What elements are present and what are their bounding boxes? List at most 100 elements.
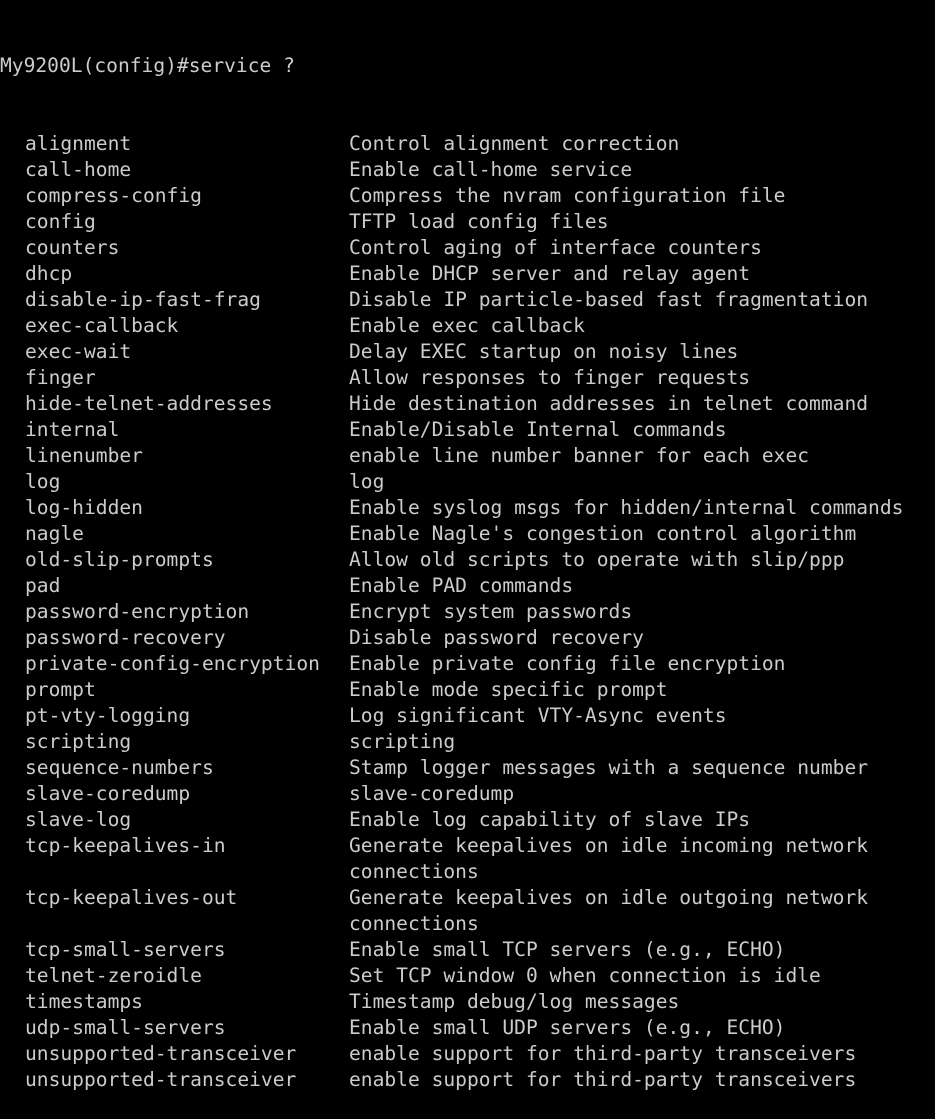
help-entry: scripting scripting [0,729,935,755]
help-entry: pad Enable PAD commands [0,573,935,599]
command-keyword: private-config-encryption [25,652,320,675]
help-entry: tcp-small-servers Enable small TCP server… [0,937,935,963]
command-keyword: disable-ip-fast-frag [25,288,261,311]
command-keyword: udp-small-servers [25,1016,226,1039]
help-entry: call-home Enable call-home service [0,157,935,183]
command-keyword: counters [25,236,120,259]
help-entry: slave-log Enable log capability of slave … [0,807,935,833]
command-keyword: tcp-keepalives-in [25,834,226,857]
command-keyword: telnet-zeroidle [25,964,202,987]
command-description: scripting [349,730,456,753]
help-entry: linenumber enable line number banner for … [0,443,935,469]
command-description: Enable mode specific prompt [349,678,668,701]
help-entry: nagle Enable Nagle's congestion control a… [0,521,935,547]
command-keyword: dhcp [25,262,73,285]
help-entry: private-config-encryption Enable private … [0,651,935,677]
command-description: Enable private config file encryption [349,652,786,675]
command-description: Enable small TCP servers (e.g., ECHO) [349,938,786,961]
help-entry: exec-callback Enable exec callback [0,313,935,339]
command-description-continuation: connections [349,912,479,935]
command-description: Encrypt system passwords [349,600,633,623]
command-keyword: log-hidden [25,496,143,519]
command-description: Allow responses to finger requests [349,366,751,389]
help-entry: sequence-numbers Stamp logger messages wi… [0,755,935,781]
command-keyword: slave-log [25,808,132,831]
command-description: slave-coredump [349,782,515,805]
command-description: Enable PAD commands [349,574,574,597]
command-keyword: exec-wait [25,340,132,363]
command-keyword: password-recovery [25,626,226,649]
command-description: Enable DHCP server and relay agent [349,262,751,285]
command-keyword: unsupported-transceiver [25,1068,297,1091]
command-keyword: nagle [25,522,84,545]
help-entry: unsupported-transceiver enable support fo… [0,1041,935,1067]
command-description: Timestamp debug/log messages [349,990,680,1013]
command-description: Control alignment correction [349,132,680,155]
help-entry: alignment Control alignment correction [0,131,935,157]
command-keyword: slave-coredump [25,782,191,805]
help-entry: counters Control aging of interface count… [0,235,935,261]
command-description: Generate keepalives on idle incoming net… [349,834,869,857]
command-description: Log significant VTY-Async events [349,704,727,727]
help-entry: prompt Enable mode specific prompt [0,677,935,703]
command-description: Generate keepalives on idle outgoing net… [349,886,869,909]
help-entry: slave-coredump slave-coredump [0,781,935,807]
command-description: Allow old scripts to operate with slip/p… [349,548,845,571]
command-prompt-line: My9200L(config)#service ? [0,54,295,77]
command-keyword: unsupported-transceiver [25,1042,297,1065]
help-entry: hide-telnet-addresses Hide destination ad… [0,391,935,417]
help-output-list: alignment Control alignment correction cal… [0,131,935,1093]
command-keyword: old-slip-prompts [25,548,214,571]
command-description-continuation: connections [349,860,479,883]
command-keyword: sequence-numbers [25,756,214,779]
command-keyword: prompt [25,678,96,701]
help-entry: password-recovery Disable password recove… [0,625,935,651]
command-keyword: exec-callback [25,314,179,337]
command-description: Enable log capability of slave IPs [349,808,751,831]
help-entry: udp-small-servers Enable small UDP server… [0,1015,935,1041]
command-description: enable line number banner for each exec [349,444,810,467]
command-description: Enable/Disable Internal commands [349,418,727,441]
command-description: Delay EXEC startup on noisy lines [349,340,739,363]
help-entry: tcp-keepalives-out Generate keepalives on… [0,885,935,937]
command-keyword: linenumber [25,444,143,467]
command-description: Compress the nvram configuration file [349,184,786,207]
command-keyword: call-home [25,158,132,181]
command-keyword: internal [25,418,120,441]
command-keyword: scripting [25,730,132,753]
command-description: Stamp logger messages with a sequence nu… [349,756,869,779]
command-keyword: finger [25,366,96,389]
command-description: Enable Nagle's congestion control algori… [349,522,857,545]
command-description: Set TCP window 0 when connection is idle [349,964,821,987]
command-description: Enable exec callback [349,314,585,337]
command-description: TFTP load config files [349,210,609,233]
command-description: Control aging of interface counters [349,236,762,259]
help-entry: exec-wait Delay EXEC startup on noisy lin… [0,339,935,365]
command-keyword: tcp-keepalives-out [25,886,238,909]
help-entry: timestamps Timestamp debug/log messages [0,989,935,1015]
command-description: Enable syslog msgs for hidden/internal c… [349,496,904,519]
command-description: Enable call-home service [349,158,633,181]
command-description: Disable password recovery [349,626,644,649]
help-entry: log-hidden Enable syslog msgs for hidden/… [0,495,935,521]
command-keyword: hide-telnet-addresses [25,392,273,415]
help-entry: tcp-keepalives-in Generate keepalives on … [0,833,935,885]
help-entry: internal Enable/Disable Internal commands [0,417,935,443]
help-entry: log log [0,469,935,495]
command-description: Hide destination addresses in telnet com… [349,392,869,415]
command-keyword: pad [25,574,61,597]
command-keyword: pt-vty-logging [25,704,191,727]
command-keyword: compress-config [25,184,202,207]
command-keyword: password-encryption [25,600,250,623]
command-keyword: config [25,210,96,233]
command-keyword: tcp-small-servers [25,938,226,961]
command-keyword: log [25,470,61,493]
command-description: enable support for third-party transceiv… [349,1068,857,1091]
terminal-window[interactable]: My9200L(config)#service ? alignment Contr… [0,0,935,1091]
help-entry: old-slip-prompts Allow old scripts to ope… [0,547,935,573]
help-entry: disable-ip-fast-frag Disable IP particle-… [0,287,935,313]
command-keyword: timestamps [25,990,143,1013]
help-entry: finger Allow responses to finger requests [0,365,935,391]
help-entry: telnet-zeroidle Set TCP window 0 when con… [0,963,935,989]
help-entry: pt-vty-logging Log significant VTY-Async … [0,703,935,729]
